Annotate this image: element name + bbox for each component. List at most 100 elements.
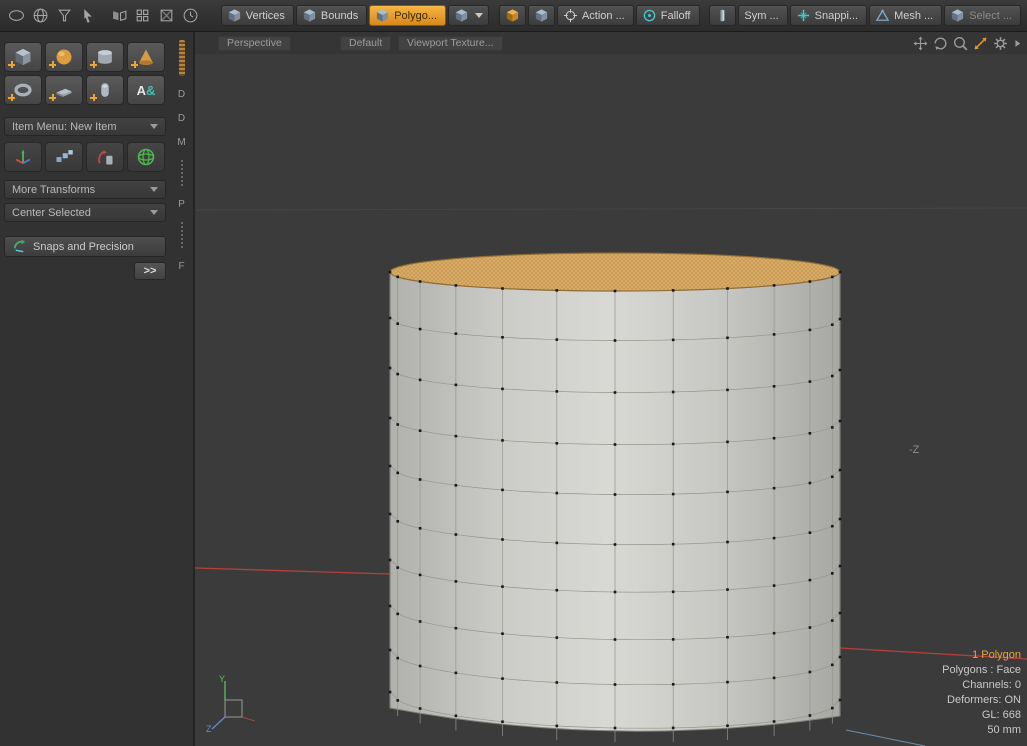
globe-icon[interactable] xyxy=(30,5,52,27)
funnel-icon[interactable] xyxy=(53,5,75,27)
orbit-icon[interactable] xyxy=(932,35,949,52)
viewport-status: 1 Polygon Polygons : Face Channels: 0 De… xyxy=(942,648,1021,738)
plane-tool-button[interactable] xyxy=(45,75,83,105)
viewport-header xyxy=(195,32,1027,54)
add-badge-icon xyxy=(90,61,97,68)
deformers-status: Deformers: ON xyxy=(942,693,1021,708)
projection-selector[interactable]: Perspective xyxy=(218,36,291,51)
cone-tool-button[interactable] xyxy=(127,42,165,72)
snapping-button[interactable]: Snappi... xyxy=(790,5,867,26)
vertical-tab-strip: D D M P F xyxy=(170,32,193,312)
item-menu-label: Item Menu: New Item xyxy=(12,121,117,133)
capsule-tool-button[interactable] xyxy=(86,75,124,105)
clock-icon[interactable] xyxy=(179,5,201,27)
viewport-3d[interactable]: Perspective Default Viewport Texture... … xyxy=(195,32,1027,746)
mode-vertices-button[interactable]: Vertices xyxy=(221,5,294,26)
z-axis-line xyxy=(846,730,925,746)
symmetry-button[interactable]: Sym ... xyxy=(738,5,787,26)
transform-toolbar xyxy=(4,142,166,172)
mirror-icon[interactable] xyxy=(108,5,130,27)
mode-label: Vertices xyxy=(246,10,285,22)
chevron-down-icon xyxy=(150,187,158,192)
snaps-precision-button[interactable]: Snaps and Precision xyxy=(4,236,166,257)
texture-selector[interactable]: Viewport Texture... xyxy=(398,36,503,51)
cube-tool-button[interactable] xyxy=(4,42,42,72)
snap-icon xyxy=(796,8,811,23)
more-transforms-dropdown[interactable]: More Transforms xyxy=(4,180,166,199)
add-badge-icon xyxy=(90,94,97,101)
action-center-button[interactable]: Action ... xyxy=(557,5,634,26)
array-tool-button[interactable] xyxy=(45,142,83,172)
mesh-icon xyxy=(875,8,890,23)
viewport-tools xyxy=(912,35,1023,52)
tab-p[interactable]: P xyxy=(178,199,185,210)
crosshair-icon xyxy=(563,8,578,23)
button-label: Falloff xyxy=(661,10,691,22)
center-selected-dropdown[interactable]: Center Selected xyxy=(4,203,166,222)
instance-item-icon xyxy=(534,8,549,23)
primitive-toolbar: A& xyxy=(4,42,166,105)
mesh-item-icon xyxy=(505,8,520,23)
center-selected-label: Center Selected xyxy=(12,207,91,219)
more-transforms-label: More Transforms xyxy=(12,184,95,196)
cage-icon[interactable] xyxy=(156,5,178,27)
chevron-down-icon xyxy=(475,13,483,18)
tab-m[interactable]: M xyxy=(177,137,185,148)
selection-count: 1 Polygon xyxy=(942,648,1021,663)
mode-bounds-button[interactable]: Bounds xyxy=(296,5,367,26)
tab-separator xyxy=(181,160,183,186)
mesh-constraint-button[interactable]: Mesh ... xyxy=(869,5,942,26)
viewport-canvas[interactable] xyxy=(195,32,1027,746)
bend-tool-button[interactable] xyxy=(86,142,124,172)
add-badge-icon xyxy=(8,61,15,68)
mode-label: Bounds xyxy=(321,10,358,22)
tab-d1[interactable]: D xyxy=(178,89,185,100)
tab-d2[interactable]: D xyxy=(178,113,185,124)
item-menu-dropdown[interactable]: Item Menu: New Item xyxy=(4,117,166,136)
falloff-button[interactable]: Falloff xyxy=(636,5,700,26)
expand-panel-button[interactable]: >> xyxy=(134,262,166,280)
symmetry-axis-button[interactable] xyxy=(709,5,736,26)
settings-icon[interactable] xyxy=(992,35,1009,52)
grid-icon[interactable] xyxy=(132,5,154,27)
cube-icon xyxy=(302,8,317,23)
menu-arrow-icon[interactable] xyxy=(1012,35,1023,52)
zoom-icon[interactable] xyxy=(952,35,969,52)
axis-gizmo-tool-button[interactable] xyxy=(4,142,42,172)
selected-polygon-face[interactable] xyxy=(390,253,840,291)
add-badge-icon xyxy=(131,61,138,68)
cylinder-tool-button[interactable] xyxy=(86,42,124,72)
text-tool-icon: A& xyxy=(137,83,156,98)
button-label: Mesh ... xyxy=(894,10,933,22)
pan-icon[interactable] xyxy=(912,35,929,52)
maximize-icon[interactable] xyxy=(972,35,989,52)
snap-arrow-icon xyxy=(12,239,27,254)
selection-mode: Polygons : Face xyxy=(942,663,1021,678)
torus-tool-button[interactable] xyxy=(4,75,42,105)
tool-panel: A& Item Menu: New Item More Transforms C… xyxy=(0,32,195,746)
mesh-item-button[interactable] xyxy=(499,5,526,26)
y-axis-label: Y xyxy=(219,674,225,684)
x-axis-line xyxy=(195,568,391,574)
button-label: Select ... xyxy=(969,10,1012,22)
wire-sphere-tool-button[interactable] xyxy=(127,142,165,172)
z-axis-label: Z xyxy=(206,724,212,734)
select-through-button[interactable]: Select ... xyxy=(944,5,1021,26)
sphere-tool-button[interactable] xyxy=(45,42,83,72)
add-badge-icon xyxy=(49,94,56,101)
instance-item-button[interactable] xyxy=(528,5,555,26)
axis-label-negz: -Z xyxy=(909,444,919,456)
ellipse-icon[interactable] xyxy=(6,5,28,27)
z-axis-line xyxy=(212,717,225,729)
add-badge-icon xyxy=(49,61,56,68)
add-badge-icon xyxy=(8,94,15,101)
shading-selector[interactable]: Default xyxy=(340,36,391,51)
mode-polygons-button[interactable]: Polygo... xyxy=(369,5,446,26)
cursor-icon[interactable] xyxy=(77,5,99,27)
mode-label: Polygo... xyxy=(394,10,437,22)
text-tool-button[interactable]: A& xyxy=(127,75,165,105)
cube-icon xyxy=(375,8,390,23)
active-tab-indicator[interactable] xyxy=(179,40,185,76)
tab-f[interactable]: F xyxy=(178,261,184,272)
mode-dropdown-button[interactable] xyxy=(448,5,489,26)
